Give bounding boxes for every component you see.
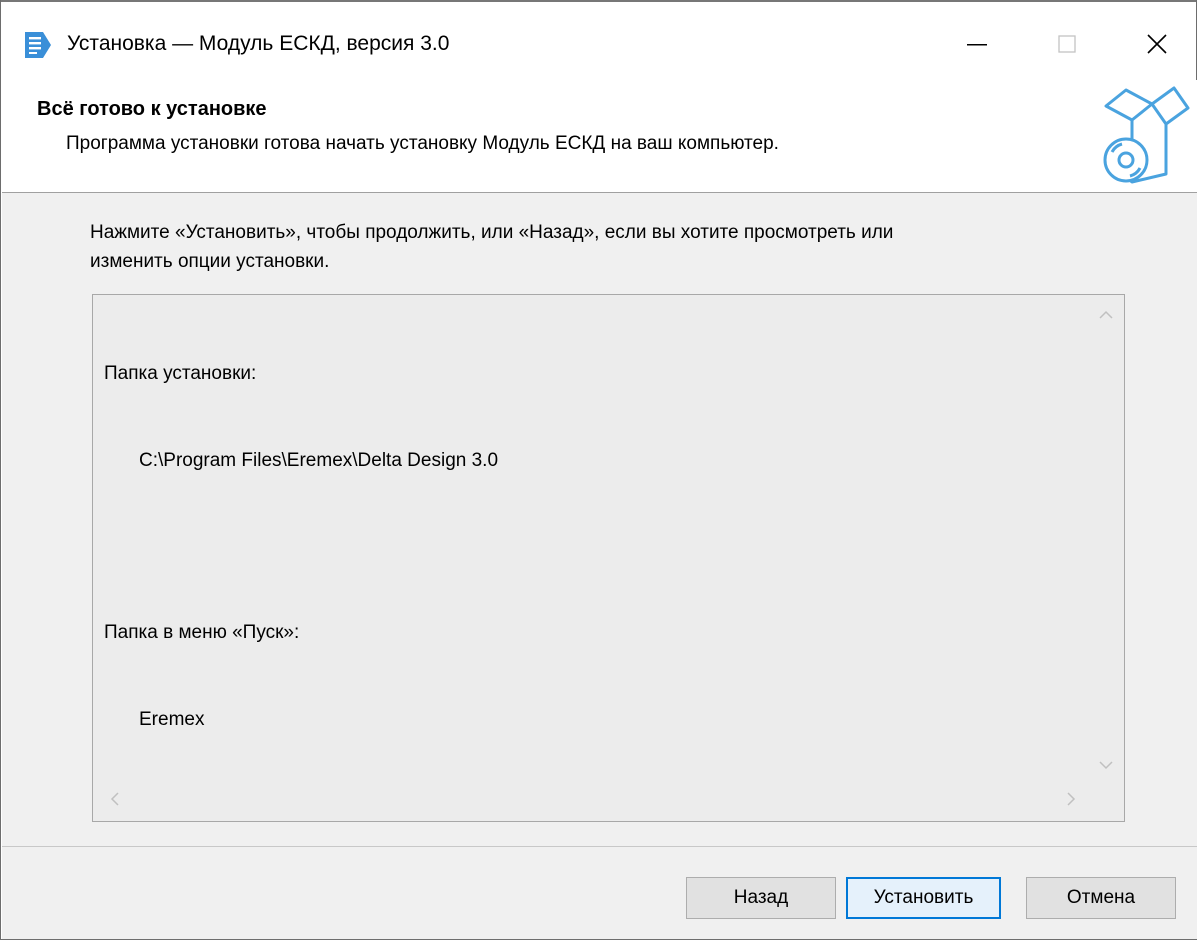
scroll-down-icon[interactable]	[1096, 757, 1116, 773]
box-disc-icon	[1092, 82, 1192, 186]
title-bar[interactable]: Установка — Модуль ЕСКД, версия 3.0	[1, 2, 1196, 80]
summary-text: Папка установки: C:\Program Files\Eremex…	[104, 301, 498, 792]
cancel-button[interactable]: Отмена	[1026, 877, 1176, 919]
page-title: Всё готово к установке	[37, 98, 267, 120]
instruction-text: Нажмите «Установить», чтобы продолжить, …	[90, 218, 1090, 276]
start-menu-value: Eremex	[139, 709, 205, 730]
document-app-icon	[21, 30, 57, 60]
back-button[interactable]: Назад	[686, 877, 836, 919]
close-button[interactable]	[1127, 16, 1187, 76]
scroll-right-icon[interactable]	[1063, 789, 1079, 809]
minimize-icon	[966, 33, 988, 60]
install-folder-label: Папка установки:	[104, 363, 257, 384]
start-menu-label: Папка в меню «Пуск»:	[104, 622, 300, 643]
minimize-button[interactable]	[947, 16, 1007, 76]
maximize-icon	[1056, 33, 1078, 60]
close-icon	[1145, 32, 1169, 61]
page-subtitle: Программа установки готова начать устано…	[66, 133, 779, 154]
window-title: Установка — Модуль ЕСКД, версия 3.0	[67, 32, 450, 55]
wizard-footer	[2, 847, 1197, 939]
instruction-line: Нажмите «Установить», чтобы продолжить, …	[90, 222, 894, 243]
install-folder-value: C:\Program Files\Eremex\Delta Design 3.0	[139, 450, 499, 471]
installer-window: Установка — Модуль ЕСКД, версия 3.0 Всё …	[0, 0, 1197, 940]
summary-memo[interactable]: Папка установки: C:\Program Files\Eremex…	[92, 294, 1125, 822]
install-button[interactable]: Установить	[846, 877, 1001, 919]
scroll-up-icon[interactable]	[1096, 307, 1116, 323]
maximize-button[interactable]	[1037, 16, 1097, 76]
scroll-left-icon[interactable]	[107, 789, 123, 809]
instruction-line: изменить опции установки.	[90, 251, 330, 272]
wizard-header: Всё готово к установке Программа установ…	[2, 80, 1197, 192]
